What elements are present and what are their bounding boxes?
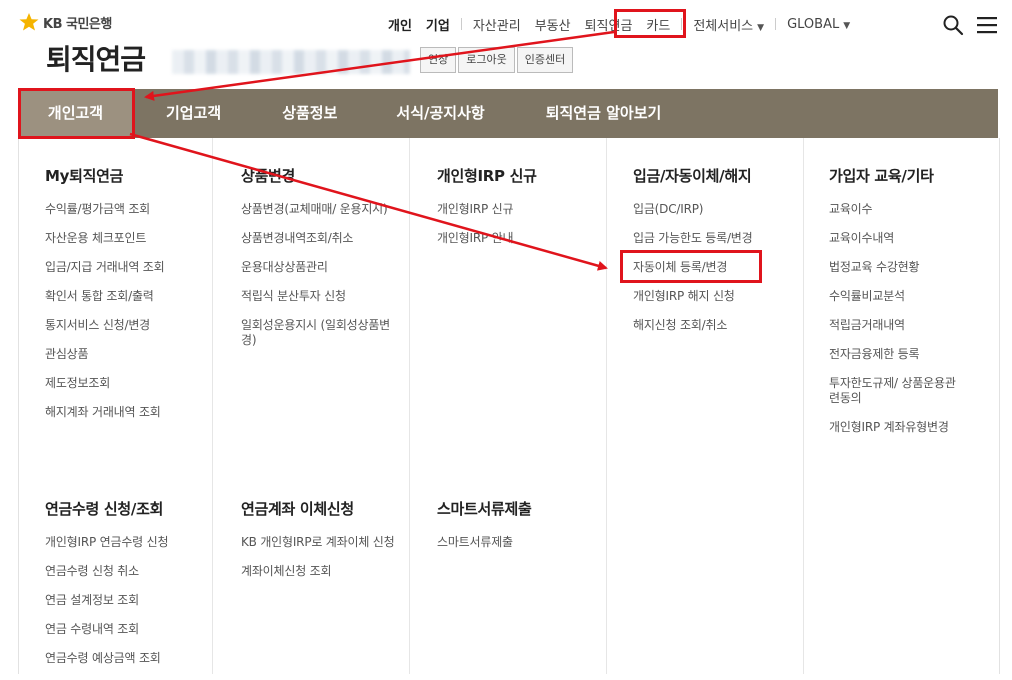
menu-link[interactable]: 적립금거래내역: [829, 318, 989, 333]
gnb-corporate-customer[interactable]: 기업고객: [166, 89, 221, 138]
nav-corporate[interactable]: 기업: [426, 15, 450, 34]
menu-col-education: 가입자 교육/기타 교육이수 교육이수내역 법정교육 수강현황 수익률비교분석 …: [829, 165, 989, 449]
menu-link[interactable]: 관심상품: [45, 347, 225, 362]
session-buttons: 연장 로그아웃 인증센터: [420, 47, 575, 73]
highlight-box-personal: [18, 88, 135, 139]
nav-realestate[interactable]: 부동산: [535, 15, 571, 34]
gnb-pension-guide[interactable]: 퇴직연금 알아보기: [546, 89, 662, 138]
menu-heading[interactable]: 가입자 교육/기타: [829, 165, 989, 186]
menu-link[interactable]: 상품변경(교체매매/ 운용지시): [241, 202, 391, 217]
menu-link[interactable]: 전자금융제한 등록: [829, 347, 989, 362]
menu-link[interactable]: 개인형IRP 연금수령 신청: [45, 535, 225, 550]
search-icon[interactable]: [942, 14, 964, 36]
menu-link[interactable]: 운용대상상품관리: [241, 260, 391, 275]
menu-link[interactable]: 연금수령 예상금액 조회: [45, 651, 225, 666]
kb-star-icon: [19, 13, 39, 31]
menu-link[interactable]: 개인형IRP 계좌유형변경: [829, 420, 989, 435]
menu-link[interactable]: 개인형IRP 신규: [437, 202, 617, 217]
logout-button[interactable]: 로그아웃: [458, 47, 515, 73]
menu-link[interactable]: 투자한도규제/ 상품운용관련동의: [829, 376, 959, 406]
menu-link[interactable]: 통지서비스 신청/변경: [45, 318, 225, 333]
kb-logo[interactable]: KB 국민은행: [18, 12, 112, 32]
menu-link[interactable]: 입금/지급 거래내역 조회: [45, 260, 225, 275]
menu-link[interactable]: 개인형IRP 안내: [437, 231, 617, 246]
nav-all-services[interactable]: 전체서비스 ▼: [693, 15, 764, 34]
menu-heading[interactable]: 스마트서류제출: [437, 498, 617, 519]
menu-heading[interactable]: 연금수령 신청/조회: [45, 498, 225, 519]
menu-heading[interactable]: 입금/자동이체/해지: [633, 165, 813, 186]
caret-down-icon: ▼: [757, 22, 765, 33]
menu-link[interactable]: 자산운용 체크포인트: [45, 231, 225, 246]
menu-link[interactable]: 적립식 분산투자 신청: [241, 289, 391, 304]
menu-link[interactable]: 제도정보조회: [45, 376, 225, 391]
column-divider: [409, 138, 410, 674]
nav-asset[interactable]: 자산관리: [473, 15, 521, 34]
menu-link[interactable]: KB 개인형IRP로 계좌이체 신청: [241, 535, 396, 550]
menu-link[interactable]: 계좌이체신청 조회: [241, 564, 396, 579]
menu-heading[interactable]: 연금계좌 이체신청: [241, 498, 396, 519]
menu-link[interactable]: 법정교육 수강현황: [829, 260, 989, 275]
menu-link[interactable]: 연금 수령내역 조회: [45, 622, 225, 637]
nav-personal[interactable]: 개인: [388, 15, 412, 34]
nav-global[interactable]: GLOBAL ▼: [787, 17, 850, 32]
menu-link[interactable]: 입금(DC/IRP): [633, 202, 813, 217]
logo-text: KB 국민은행: [43, 16, 112, 32]
extend-session-button[interactable]: 연장: [420, 47, 457, 73]
divider: [460, 18, 462, 30]
hamburger-menu-icon[interactable]: [976, 15, 998, 35]
menu-link[interactable]: 상품변경내역조회/취소: [241, 231, 391, 246]
menu-col-smart-docs: 스마트서류제출 스마트서류제출: [437, 498, 617, 564]
menu-col-product-change: 상품변경 상품변경(교체매매/ 운용지시) 상품변경내역조회/취소 운용대상상품…: [241, 165, 391, 362]
gnb-product-info[interactable]: 상품정보: [282, 89, 337, 138]
menu-link[interactable]: 입금 가능한도 등록/변경: [633, 231, 813, 246]
menu-col-irp-new: 개인형IRP 신규 개인형IRP 신규 개인형IRP 안내: [437, 165, 617, 260]
menu-link[interactable]: 교육이수: [829, 202, 989, 217]
menu-heading[interactable]: My퇴직연금: [45, 165, 225, 186]
gnb-forms-notices[interactable]: 서식/공지사항: [396, 89, 484, 138]
menu-heading[interactable]: 상품변경: [241, 165, 391, 186]
top-header: KB 국민은행 퇴직연금 연장 로그아웃 인증센터 개인 기업 자산관리 부동산…: [0, 0, 1012, 88]
highlight-box-pension-nav: [614, 9, 686, 38]
highlight-box-auto-transfer: [620, 250, 762, 283]
menu-link[interactable]: 확인서 통합 조회/출력: [45, 289, 225, 304]
masked-user-name: [172, 50, 410, 74]
menu-col-account-transfer: 연금계좌 이체신청 KB 개인형IRP로 계좌이체 신청 계좌이체신청 조회: [241, 498, 396, 593]
menu-link[interactable]: 수익률/평가금액 조회: [45, 202, 225, 217]
menu-link[interactable]: 개인형IRP 해지 신청: [633, 289, 813, 304]
main-nav-bar: 개인고객 기업고객 상품정보 서식/공지사항 퇴직연금 알아보기: [18, 89, 998, 138]
page-title: 퇴직연금: [46, 43, 146, 76]
divider: [775, 18, 777, 30]
menu-heading[interactable]: 개인형IRP 신규: [437, 165, 617, 186]
menu-link[interactable]: 해지계좌 거래내역 조회: [45, 405, 225, 420]
global-label: GLOBAL: [787, 16, 840, 32]
menu-col-annuity: 연금수령 신청/조회 개인형IRP 연금수령 신청 연금수령 신청 취소 연금 …: [45, 498, 225, 680]
cert-center-button[interactable]: 인증센터: [516, 47, 574, 73]
menu-col-my-pension: My퇴직연금 수익률/평가금액 조회 자산운용 체크포인트 입금/지급 거래내역…: [45, 165, 225, 434]
menu-link[interactable]: 연금 설계정보 조회: [45, 593, 225, 608]
menu-link[interactable]: 교육이수내역: [829, 231, 989, 246]
caret-down-icon: ▼: [843, 20, 851, 31]
menu-link[interactable]: 일회성운용지시 (일회성상품변경): [241, 318, 391, 348]
all-services-label: 전체서비스: [693, 18, 754, 34]
menu-link[interactable]: 수익률비교분석: [829, 289, 989, 304]
mega-menu-panel: My퇴직연금 수익률/평가금액 조회 자산운용 체크포인트 입금/지급 거래내역…: [18, 138, 1000, 674]
menu-link[interactable]: 스마트서류제출: [437, 535, 617, 550]
menu-link[interactable]: 해지신청 조회/취소: [633, 318, 813, 333]
menu-link[interactable]: 연금수령 신청 취소: [45, 564, 225, 579]
